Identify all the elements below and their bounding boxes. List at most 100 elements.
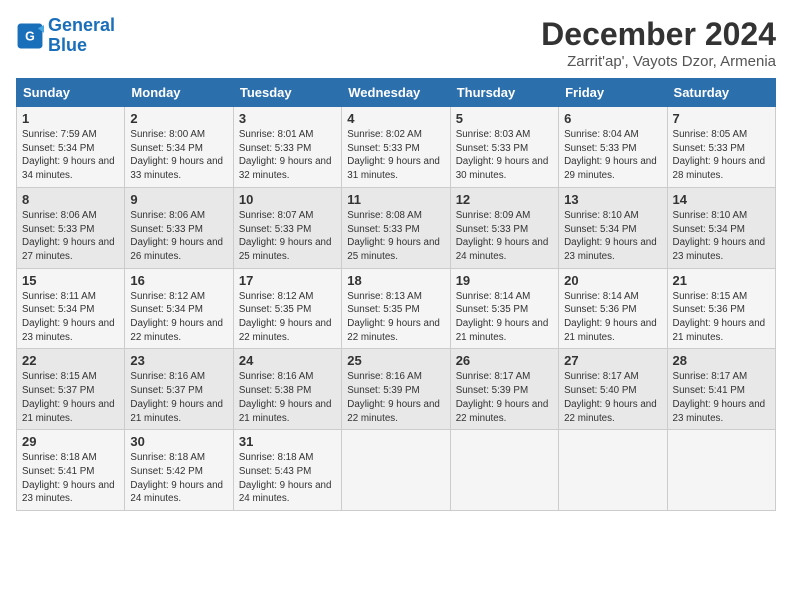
column-header-tuesday: Tuesday — [233, 79, 341, 107]
day-info: Sunrise: 8:12 AMSunset: 5:35 PMDaylight:… — [239, 291, 332, 343]
day-info: Sunrise: 8:06 AMSunset: 5:33 PMDaylight:… — [22, 210, 115, 262]
calendar-cell: 23 Sunrise: 8:16 AMSunset: 5:37 PMDaylig… — [125, 349, 233, 430]
calendar-cell: 17 Sunrise: 8:12 AMSunset: 5:35 PMDaylig… — [233, 268, 341, 349]
day-info: Sunrise: 8:18 AMSunset: 5:43 PMDaylight:… — [239, 452, 332, 504]
day-info: Sunrise: 8:17 AMSunset: 5:41 PMDaylight:… — [673, 371, 766, 423]
day-info: Sunrise: 8:12 AMSunset: 5:34 PMDaylight:… — [130, 291, 223, 343]
calendar-cell: 25 Sunrise: 8:16 AMSunset: 5:39 PMDaylig… — [342, 349, 450, 430]
column-header-saturday: Saturday — [667, 79, 775, 107]
day-number: 28 — [673, 353, 770, 368]
calendar-week-row: 22 Sunrise: 8:15 AMSunset: 5:37 PMDaylig… — [17, 349, 776, 430]
calendar-cell: 4 Sunrise: 8:02 AMSunset: 5:33 PMDayligh… — [342, 107, 450, 188]
page-subtitle: Zarrit'ap', Vayots Dzor, Armenia — [541, 53, 776, 70]
day-info: Sunrise: 8:00 AMSunset: 5:34 PMDaylight:… — [130, 129, 223, 181]
day-number: 24 — [239, 353, 336, 368]
calendar-cell: 27 Sunrise: 8:17 AMSunset: 5:40 PMDaylig… — [559, 349, 667, 430]
day-number: 8 — [22, 192, 119, 207]
calendar-cell: 2 Sunrise: 8:00 AMSunset: 5:34 PMDayligh… — [125, 107, 233, 188]
day-number: 14 — [673, 192, 770, 207]
calendar-cell: 21 Sunrise: 8:15 AMSunset: 5:36 PMDaylig… — [667, 268, 775, 349]
day-number: 5 — [456, 111, 553, 126]
calendar-cell: 29 Sunrise: 8:18 AMSunset: 5:41 PMDaylig… — [17, 430, 125, 511]
calendar-table: SundayMondayTuesdayWednesdayThursdayFrid… — [16, 78, 776, 511]
day-info: Sunrise: 8:09 AMSunset: 5:33 PMDaylight:… — [456, 210, 549, 262]
day-info: Sunrise: 8:18 AMSunset: 5:41 PMDaylight:… — [22, 452, 115, 504]
day-info: Sunrise: 8:07 AMSunset: 5:33 PMDaylight:… — [239, 210, 332, 262]
calendar-cell: 30 Sunrise: 8:18 AMSunset: 5:42 PMDaylig… — [125, 430, 233, 511]
svg-text:G: G — [25, 29, 35, 43]
day-info: Sunrise: 8:05 AMSunset: 5:33 PMDaylight:… — [673, 129, 766, 181]
calendar-cell: 22 Sunrise: 8:15 AMSunset: 5:37 PMDaylig… — [17, 349, 125, 430]
day-info: Sunrise: 8:04 AMSunset: 5:33 PMDaylight:… — [564, 129, 657, 181]
day-number: 11 — [347, 192, 444, 207]
calendar-week-row: 15 Sunrise: 8:11 AMSunset: 5:34 PMDaylig… — [17, 268, 776, 349]
day-number: 23 — [130, 353, 227, 368]
day-info: Sunrise: 8:14 AMSunset: 5:36 PMDaylight:… — [564, 291, 657, 343]
day-info: Sunrise: 8:16 AMSunset: 5:39 PMDaylight:… — [347, 371, 440, 423]
day-number: 19 — [456, 273, 553, 288]
day-number: 20 — [564, 273, 661, 288]
day-number: 16 — [130, 273, 227, 288]
day-number: 7 — [673, 111, 770, 126]
calendar-cell: 19 Sunrise: 8:14 AMSunset: 5:35 PMDaylig… — [450, 268, 558, 349]
calendar-cell: 31 Sunrise: 8:18 AMSunset: 5:43 PMDaylig… — [233, 430, 341, 511]
column-header-friday: Friday — [559, 79, 667, 107]
column-header-thursday: Thursday — [450, 79, 558, 107]
logo-icon: G — [16, 22, 44, 50]
day-number: 2 — [130, 111, 227, 126]
calendar-cell: 18 Sunrise: 8:13 AMSunset: 5:35 PMDaylig… — [342, 268, 450, 349]
day-number: 6 — [564, 111, 661, 126]
day-info: Sunrise: 8:03 AMSunset: 5:33 PMDaylight:… — [456, 129, 549, 181]
calendar-cell: 1 Sunrise: 7:59 AMSunset: 5:34 PMDayligh… — [17, 107, 125, 188]
calendar-week-row: 1 Sunrise: 7:59 AMSunset: 5:34 PMDayligh… — [17, 107, 776, 188]
day-number: 15 — [22, 273, 119, 288]
calendar-week-row: 8 Sunrise: 8:06 AMSunset: 5:33 PMDayligh… — [17, 187, 776, 268]
calendar-cell: 8 Sunrise: 8:06 AMSunset: 5:33 PMDayligh… — [17, 187, 125, 268]
calendar-cell: 11 Sunrise: 8:08 AMSunset: 5:33 PMDaylig… — [342, 187, 450, 268]
calendar-cell: 9 Sunrise: 8:06 AMSunset: 5:33 PMDayligh… — [125, 187, 233, 268]
logo: G General Blue — [16, 16, 115, 56]
calendar-cell: 26 Sunrise: 8:17 AMSunset: 5:39 PMDaylig… — [450, 349, 558, 430]
day-info: Sunrise: 8:15 AMSunset: 5:36 PMDaylight:… — [673, 291, 766, 343]
calendar-cell: 12 Sunrise: 8:09 AMSunset: 5:33 PMDaylig… — [450, 187, 558, 268]
day-info: Sunrise: 8:16 AMSunset: 5:37 PMDaylight:… — [130, 371, 223, 423]
day-number: 1 — [22, 111, 119, 126]
calendar-cell: 5 Sunrise: 8:03 AMSunset: 5:33 PMDayligh… — [450, 107, 558, 188]
day-info: Sunrise: 8:15 AMSunset: 5:37 PMDaylight:… — [22, 371, 115, 423]
calendar-cell: 24 Sunrise: 8:16 AMSunset: 5:38 PMDaylig… — [233, 349, 341, 430]
day-info: Sunrise: 8:01 AMSunset: 5:33 PMDaylight:… — [239, 129, 332, 181]
calendar-cell: 3 Sunrise: 8:01 AMSunset: 5:33 PMDayligh… — [233, 107, 341, 188]
day-number: 10 — [239, 192, 336, 207]
day-info: Sunrise: 8:02 AMSunset: 5:33 PMDaylight:… — [347, 129, 440, 181]
day-number: 29 — [22, 434, 119, 449]
day-info: Sunrise: 8:16 AMSunset: 5:38 PMDaylight:… — [239, 371, 332, 423]
day-info: Sunrise: 8:06 AMSunset: 5:33 PMDaylight:… — [130, 210, 223, 262]
day-number: 26 — [456, 353, 553, 368]
day-number: 30 — [130, 434, 227, 449]
day-number: 22 — [22, 353, 119, 368]
day-number: 25 — [347, 353, 444, 368]
day-info: Sunrise: 8:10 AMSunset: 5:34 PMDaylight:… — [564, 210, 657, 262]
day-number: 18 — [347, 273, 444, 288]
day-info: Sunrise: 8:08 AMSunset: 5:33 PMDaylight:… — [347, 210, 440, 262]
day-number: 21 — [673, 273, 770, 288]
calendar-cell — [450, 430, 558, 511]
calendar-cell: 28 Sunrise: 8:17 AMSunset: 5:41 PMDaylig… — [667, 349, 775, 430]
day-number: 27 — [564, 353, 661, 368]
day-info: Sunrise: 8:14 AMSunset: 5:35 PMDaylight:… — [456, 291, 549, 343]
day-info: Sunrise: 8:17 AMSunset: 5:40 PMDaylight:… — [564, 371, 657, 423]
calendar-cell: 20 Sunrise: 8:14 AMSunset: 5:36 PMDaylig… — [559, 268, 667, 349]
calendar-cell: 6 Sunrise: 8:04 AMSunset: 5:33 PMDayligh… — [559, 107, 667, 188]
calendar-cell: 16 Sunrise: 8:12 AMSunset: 5:34 PMDaylig… — [125, 268, 233, 349]
page-header: G General Blue December 2024 Zarrit'ap',… — [16, 16, 776, 70]
calendar-cell: 7 Sunrise: 8:05 AMSunset: 5:33 PMDayligh… — [667, 107, 775, 188]
day-info: Sunrise: 8:13 AMSunset: 5:35 PMDaylight:… — [347, 291, 440, 343]
column-header-wednesday: Wednesday — [342, 79, 450, 107]
day-number: 9 — [130, 192, 227, 207]
column-header-sunday: Sunday — [17, 79, 125, 107]
day-info: Sunrise: 7:59 AMSunset: 5:34 PMDaylight:… — [22, 129, 115, 181]
day-number: 17 — [239, 273, 336, 288]
calendar-cell: 13 Sunrise: 8:10 AMSunset: 5:34 PMDaylig… — [559, 187, 667, 268]
column-header-monday: Monday — [125, 79, 233, 107]
day-number: 31 — [239, 434, 336, 449]
